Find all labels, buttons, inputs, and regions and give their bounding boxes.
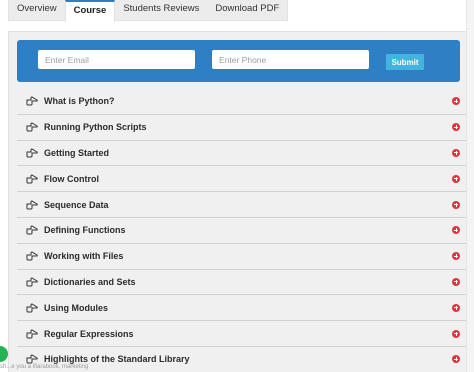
plus-circle-icon[interactable] xyxy=(452,277,460,286)
course-panel: Submit What is Python? Running Python Scr… xyxy=(8,31,468,372)
hand-pointing-right-icon xyxy=(26,329,38,339)
hand-pointing-right-icon xyxy=(26,303,38,313)
accordion-item-label: Getting Started xyxy=(44,147,110,158)
accordion-item-label: Dictionaries and Sets xyxy=(44,276,136,287)
hand-pointing-right-icon xyxy=(26,96,38,106)
plus-circle-icon[interactable] xyxy=(452,148,460,157)
hand-pointing-right-icon xyxy=(26,200,38,210)
accordion-item-label: Regular Expressions xyxy=(44,328,134,339)
accordion-item[interactable]: Defining Functions xyxy=(17,218,468,244)
accordion-item-label: Sequence Data xyxy=(44,199,109,210)
hand-pointing-right-icon xyxy=(26,251,38,261)
curriculum-accordion: What is Python? Running Python Scripts Get… xyxy=(17,89,468,372)
accordion-item-label: Using Modules xyxy=(44,302,109,313)
hand-pointing-right-icon xyxy=(26,225,38,235)
hand-pointing-right-icon xyxy=(26,354,38,364)
page: Overview Course Students Reviews Downloa… xyxy=(0,0,474,372)
accordion-item-label: Highlights of the Standard Library xyxy=(44,354,190,365)
plus-circle-icon[interactable] xyxy=(452,226,460,235)
submit-button[interactable]: Submit xyxy=(386,54,424,70)
plus-circle-icon[interactable] xyxy=(452,174,460,183)
tab-students-reviews[interactable]: Students Reviews xyxy=(115,0,207,20)
accordion-item[interactable]: Flow Control xyxy=(17,166,468,193)
hand-pointing-right-icon xyxy=(26,148,38,158)
plus-circle-icon[interactable] xyxy=(452,329,460,338)
accordion-item[interactable]: Working with Files xyxy=(17,244,468,270)
tab-course[interactable]: Course xyxy=(64,0,116,22)
email-field[interactable] xyxy=(38,50,195,69)
course-tabs: Overview Course Students Reviews Downloa… xyxy=(8,0,289,22)
accordion-item[interactable]: Running Python Scripts xyxy=(17,115,468,141)
accordion-item[interactable]: Regular Expressions xyxy=(17,321,468,347)
enquiry-form: Submit xyxy=(17,40,460,82)
scrollbar[interactable] xyxy=(466,0,474,372)
plus-circle-icon[interactable] xyxy=(452,123,460,132)
accordion-item[interactable]: Getting Started xyxy=(17,141,468,167)
accordion-item-label: Defining Functions xyxy=(44,225,126,236)
plus-circle-icon[interactable] xyxy=(452,303,460,312)
accordion-item[interactable]: Sequence Data xyxy=(17,192,468,218)
accordion-item[interactable]: Using Modules xyxy=(17,295,468,322)
accordion-item[interactable]: What is Python? xyxy=(17,89,468,115)
accordion-item[interactable]: Dictionaries and Sets xyxy=(17,270,468,296)
accordion-item-label: Working with Files xyxy=(44,251,124,262)
plus-circle-icon[interactable] xyxy=(452,200,460,209)
notification-text: sh...e you a ifiarabook, marketing xyxy=(0,364,89,370)
tab-overview[interactable]: Overview xyxy=(9,0,65,20)
accordion-item-label: Running Python Scripts xyxy=(44,122,147,133)
plus-circle-icon[interactable] xyxy=(452,252,460,261)
phone-field[interactable] xyxy=(212,50,369,69)
accordion-item-label: Flow Control xyxy=(44,173,99,184)
plus-circle-icon[interactable] xyxy=(452,97,460,106)
plus-circle-icon[interactable] xyxy=(452,355,460,364)
whatsapp-chat-button[interactable] xyxy=(0,346,8,362)
tab-download-pdf[interactable]: Download PDF xyxy=(207,0,287,20)
hand-pointing-right-icon xyxy=(26,122,38,132)
accordion-item-label: What is Python? xyxy=(44,96,115,107)
hand-pointing-right-icon xyxy=(26,277,38,287)
hand-pointing-right-icon xyxy=(26,174,38,184)
